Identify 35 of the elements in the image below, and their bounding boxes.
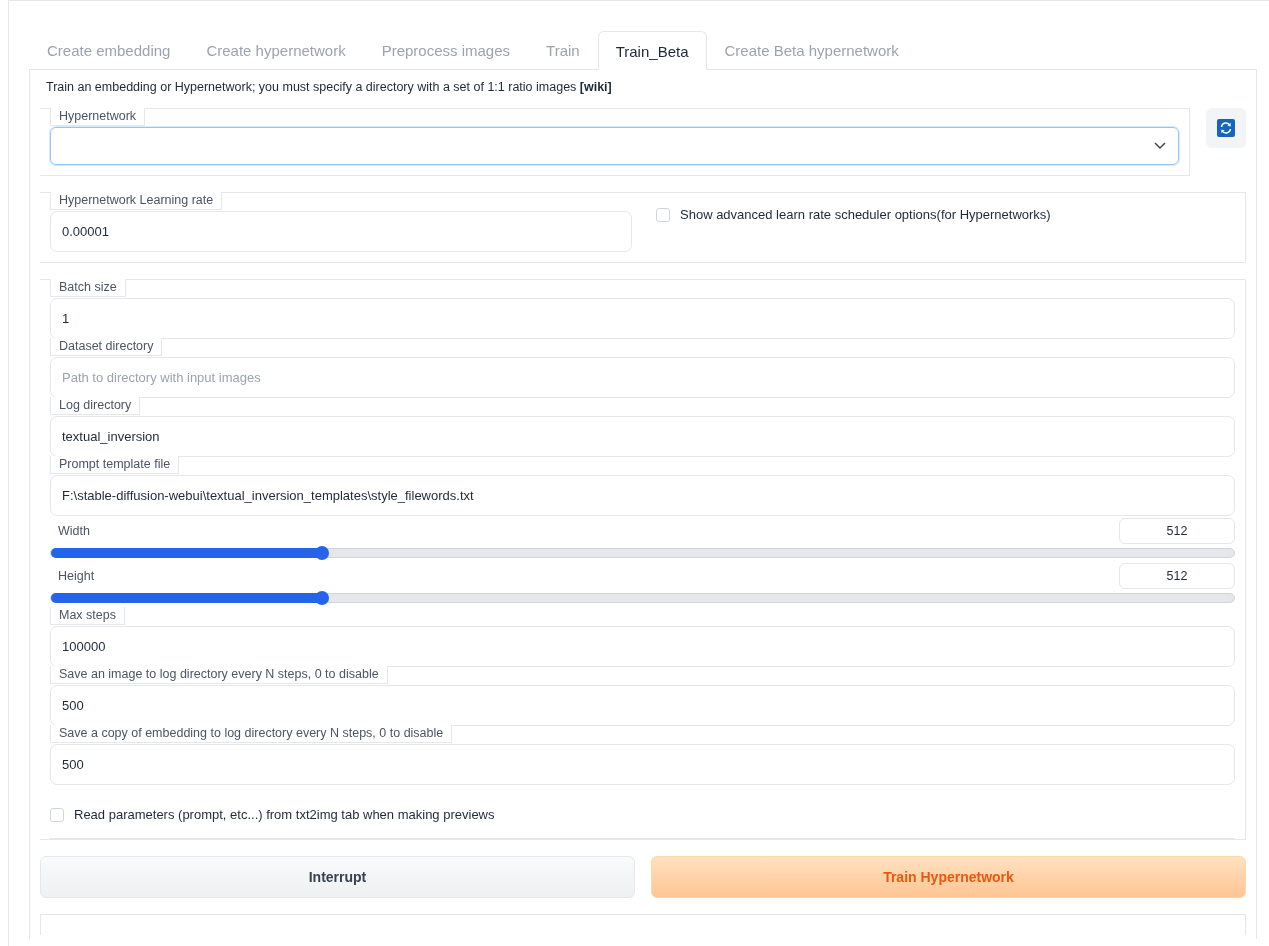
number-field[interactable]: 512 <box>1119 518 1235 544</box>
slider-track[interactable] <box>50 593 1235 603</box>
refresh-icon <box>1217 119 1235 137</box>
text-field[interactable]: 500 <box>50 744 1235 785</box>
checkbox-label: Show advanced learn rate scheduler options(for Hypernetworks) <box>680 207 1051 222</box>
text-field[interactable]: Path to directory with input images <box>50 357 1235 398</box>
description-text: Train an embedding or Hypernetwork; you must specify a directory with a set of 1:1 ratio images [wiki] <box>46 80 613 94</box>
field-label: Log directory <box>50 397 141 415</box>
refresh-button[interactable] <box>1206 108 1246 148</box>
field-label: Hypernetwork <box>50 108 146 126</box>
text-field[interactable]: 100000 <box>50 626 1235 667</box>
text-field[interactable]: textual_inversion <box>50 416 1235 457</box>
field-label: Save a copy of embedding to log directory every N steps, 0 to disable <box>50 725 453 743</box>
slider-thumb[interactable] <box>314 546 329 560</box>
field-label: Batch size <box>50 279 126 297</box>
slider-thumb[interactable] <box>314 591 329 605</box>
learning-rate-field[interactable]: 0.00001 <box>50 211 632 252</box>
field-label: Max steps <box>50 607 125 625</box>
number-field[interactable]: 512 <box>1119 563 1235 589</box>
checkbox[interactable] <box>656 207 670 222</box>
tab[interactable]: Train_Beta <box>597 31 707 70</box>
slider-track[interactable] <box>50 548 1235 558</box>
text-field[interactable]: F:\stable-diffusion-webui\textual_inversion_templates\style_filewords.txt <box>50 475 1235 516</box>
text-field[interactable]: 1 <box>50 298 1235 339</box>
field-label: Save an image to log directory every N steps, 0 to disable <box>50 666 388 684</box>
field-label: Dataset directory <box>50 338 163 356</box>
slider-label: Width <box>57 524 90 538</box>
interrupt-button[interactable]: Interrupt <box>40 856 635 898</box>
field-label: Hypernetwork Learning rate <box>50 192 223 210</box>
slider-label: Height <box>57 569 95 583</box>
chevron-down-icon <box>1154 142 1166 150</box>
checkbox-label: Read parameters (prompt, etc...) from txt2img tab when making previews <box>74 807 495 822</box>
text-field[interactable]: 500 <box>50 685 1235 726</box>
field-label: Prompt template file <box>50 456 180 474</box>
checkbox[interactable] <box>50 807 64 822</box>
